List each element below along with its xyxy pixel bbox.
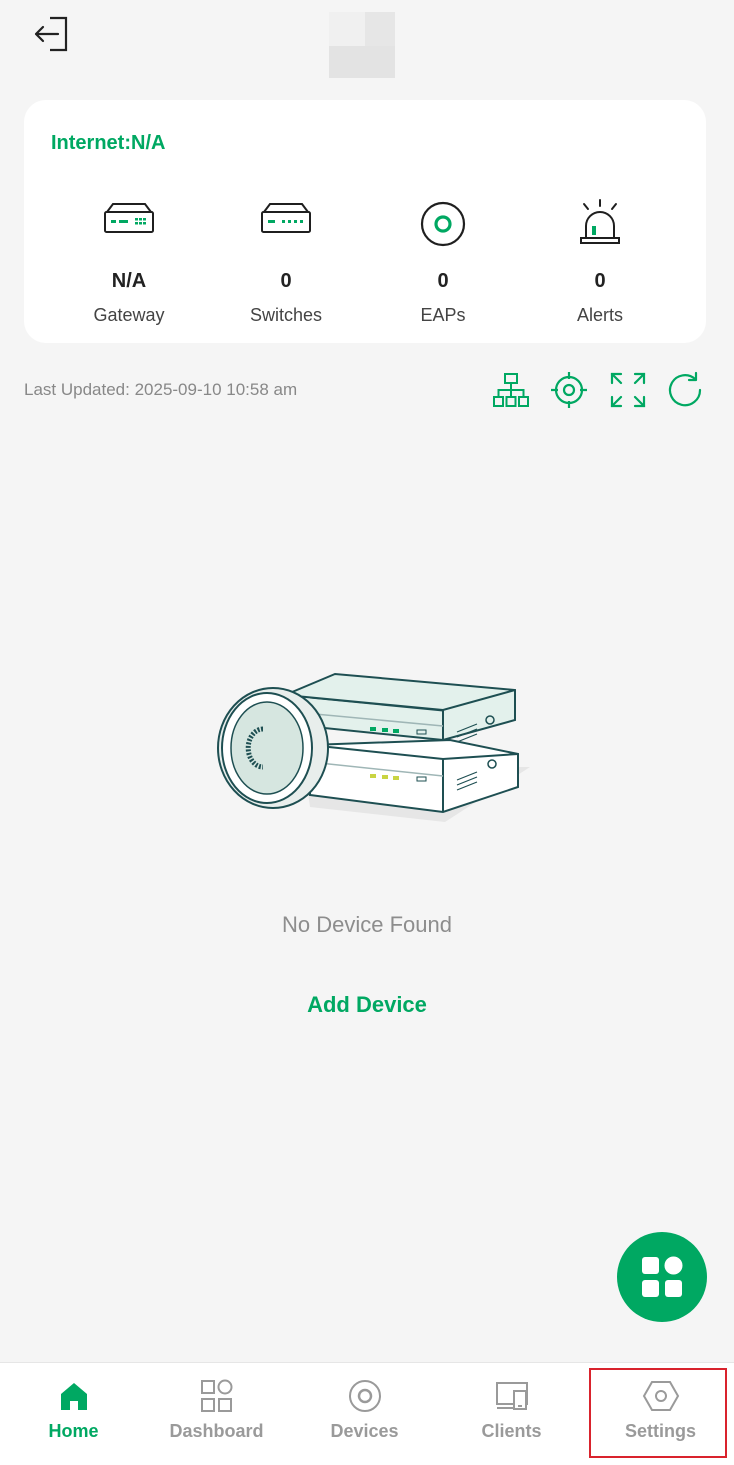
nav-dashboard-label: Dashboard (169, 1421, 264, 1441)
alerts-label: Alerts (576, 305, 623, 325)
locate-button[interactable] (549, 370, 589, 410)
home-icon (60, 1383, 87, 1410)
site-name-placeholder[interactable] (323, 12, 395, 78)
internet-status: Internet:N/A (51, 132, 166, 154)
switches-value: 0 (280, 270, 292, 292)
home-screen: Internet:N/A N/A Gateway 0 Switches 0 EA… (0, 0, 734, 1465)
switch-icon (261, 203, 311, 233)
apps-grid-icon (642, 1256, 683, 1297)
apps-fab-button[interactable] (617, 1232, 707, 1322)
dashboard-icon (200, 1379, 232, 1412)
settings-highlight-box (589, 1368, 727, 1458)
fullscreen-icon (610, 372, 646, 408)
eaps-stat[interactable]: 0 EAPs (378, 198, 508, 326)
no-device-illustration (217, 672, 530, 822)
top-bar (0, 0, 734, 90)
devices-icon (348, 1380, 381, 1412)
clients-icon (495, 1382, 528, 1410)
gateway-icon (104, 203, 154, 233)
fullscreen-button[interactable] (608, 370, 648, 410)
alerts-value: 0 (594, 270, 606, 292)
eap-icon (420, 201, 466, 247)
refresh-icon (668, 371, 702, 407)
gateway-stat[interactable]: N/A Gateway (64, 198, 194, 326)
topology-button[interactable] (491, 370, 531, 410)
alerts-stat[interactable]: 0 Alerts (535, 198, 665, 326)
nav-clients[interactable]: Clients (438, 1363, 585, 1465)
refresh-button[interactable] (666, 370, 706, 410)
logout-button[interactable] (28, 14, 72, 58)
gateway-value: N/A (111, 270, 147, 292)
nav-clients-label: Clients (481, 1421, 542, 1441)
topology-icon (493, 373, 529, 407)
eaps-label: EAPs (420, 305, 466, 325)
empty-state-message: No Device Found (282, 912, 452, 937)
nav-devices[interactable]: Devices (291, 1363, 438, 1465)
add-device-link[interactable]: Add Device (0, 992, 734, 1018)
last-updated-text: Last Updated: 2025-09-10 10:58 am (24, 380, 298, 399)
switches-stat[interactable]: 0 Switches (221, 198, 351, 326)
gateway-label: Gateway (93, 305, 165, 325)
network-summary-card: Internet:N/A N/A Gateway 0 Switches 0 EA… (24, 100, 706, 343)
locate-icon (551, 372, 587, 408)
nav-devices-label: Devices (330, 1421, 399, 1441)
nav-dashboard[interactable]: Dashboard (143, 1363, 290, 1465)
logout-icon (34, 16, 68, 52)
switches-label: Switches (249, 305, 323, 325)
nav-home[interactable]: Home (0, 1363, 147, 1465)
alert-siren-icon (580, 199, 620, 244)
nav-home-label: Home (48, 1421, 99, 1441)
eaps-value: 0 (437, 270, 449, 292)
